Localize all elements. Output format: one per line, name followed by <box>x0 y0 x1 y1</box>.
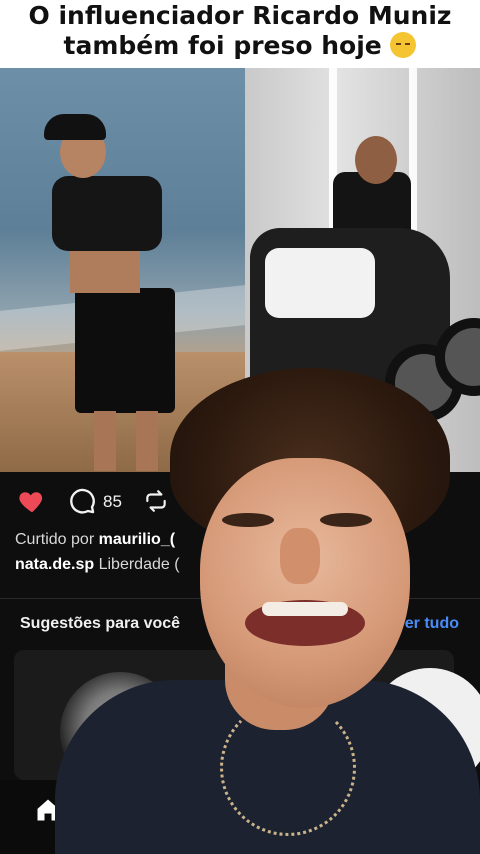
person-leg <box>94 411 116 471</box>
person-torso <box>70 248 140 293</box>
comment-icon[interactable] <box>68 487 96 515</box>
caption-username[interactable]: nata.de.sp <box>15 556 94 573</box>
caption-text: Liberdade ( <box>94 556 180 573</box>
person-cap <box>44 114 106 140</box>
caption-line-1: O influenciador Ricardo Muniz <box>28 1 452 30</box>
like-heart-icon[interactable] <box>17 486 47 516</box>
person-shorts <box>75 288 175 413</box>
pensive-face-icon <box>390 32 417 58</box>
caption-line-2: também foi preso hoje <box>0 31 480 60</box>
creator-eye <box>222 513 274 527</box>
comment-count: 85 <box>103 492 122 511</box>
suggestions-title: Sugestões para você <box>20 615 181 632</box>
person-shirt <box>52 176 162 251</box>
video-caption-banner: O influenciador Ricardo Muniz também foi… <box>0 0 480 68</box>
liked-by-username[interactable]: maurilio_( <box>99 531 175 548</box>
creator-eye <box>320 513 372 527</box>
liked-by-text: Curtido por maurilio_( <box>15 531 175 549</box>
creator-teeth <box>262 602 348 616</box>
repost-icon[interactable] <box>143 487 169 515</box>
liked-by-prefix: Curtido por <box>15 531 99 548</box>
creator-face-overlay <box>170 368 450 708</box>
caption-line-2-text: também foi preso hoje <box>63 31 382 60</box>
post-caption: nata.de.sp Liberdade ( <box>15 556 180 574</box>
motorcycle-fairing <box>265 248 375 318</box>
person-leg <box>136 411 158 471</box>
creator-nose <box>280 528 320 584</box>
person-head <box>355 136 397 184</box>
creator-necklace <box>220 700 356 836</box>
